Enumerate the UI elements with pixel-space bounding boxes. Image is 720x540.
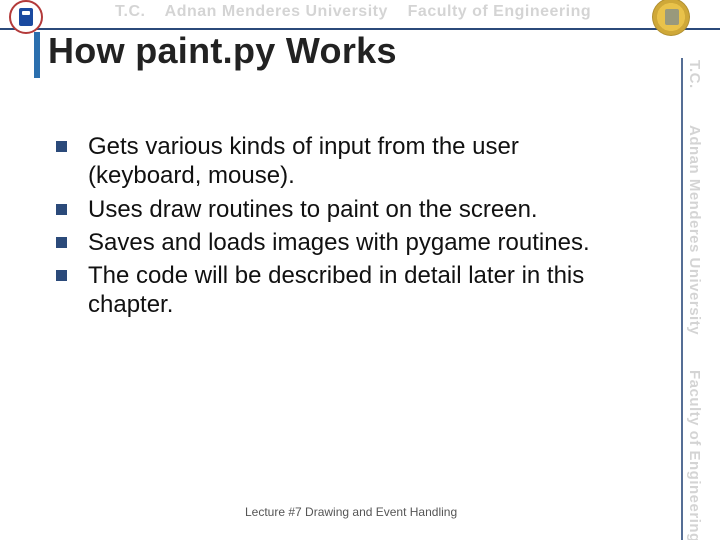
list-item: Gets various kinds of input from the use… [56,132,636,191]
header-faculty: Faculty of Engineering [408,3,591,20]
header-text: T.C. Adnan Menderes University Faculty o… [115,3,591,21]
page-title: How paint.py Works [48,30,397,72]
list-item: Saves and loads images with pygame routi… [56,228,636,257]
header-university: Adnan Menderes University [165,3,388,20]
side-watermark: T.C. Adnan Menderes University Faculty o… [678,40,720,520]
side-divider [681,58,683,540]
university-seal-icon [9,0,43,34]
footer-text: Lecture #7 Drawing and Event Handling [245,505,465,520]
bullet-list: Gets various kinds of input from the use… [56,132,636,324]
side-tc: T.C. [686,60,703,89]
side-university: Adnan Menderes University [686,125,703,335]
header-tc: T.C. [115,3,145,20]
header-band: T.C. Adnan Menderes University Faculty o… [0,0,720,30]
title-accent [34,32,40,78]
side-faculty: Faculty of Engineering [686,370,703,540]
list-item: The code will be described in detail lat… [56,261,636,320]
slide: T.C. Adnan Menderes University Faculty o… [0,0,720,540]
list-item: Uses draw routines to paint on the scree… [56,195,636,224]
engineering-seal-icon [652,0,690,36]
